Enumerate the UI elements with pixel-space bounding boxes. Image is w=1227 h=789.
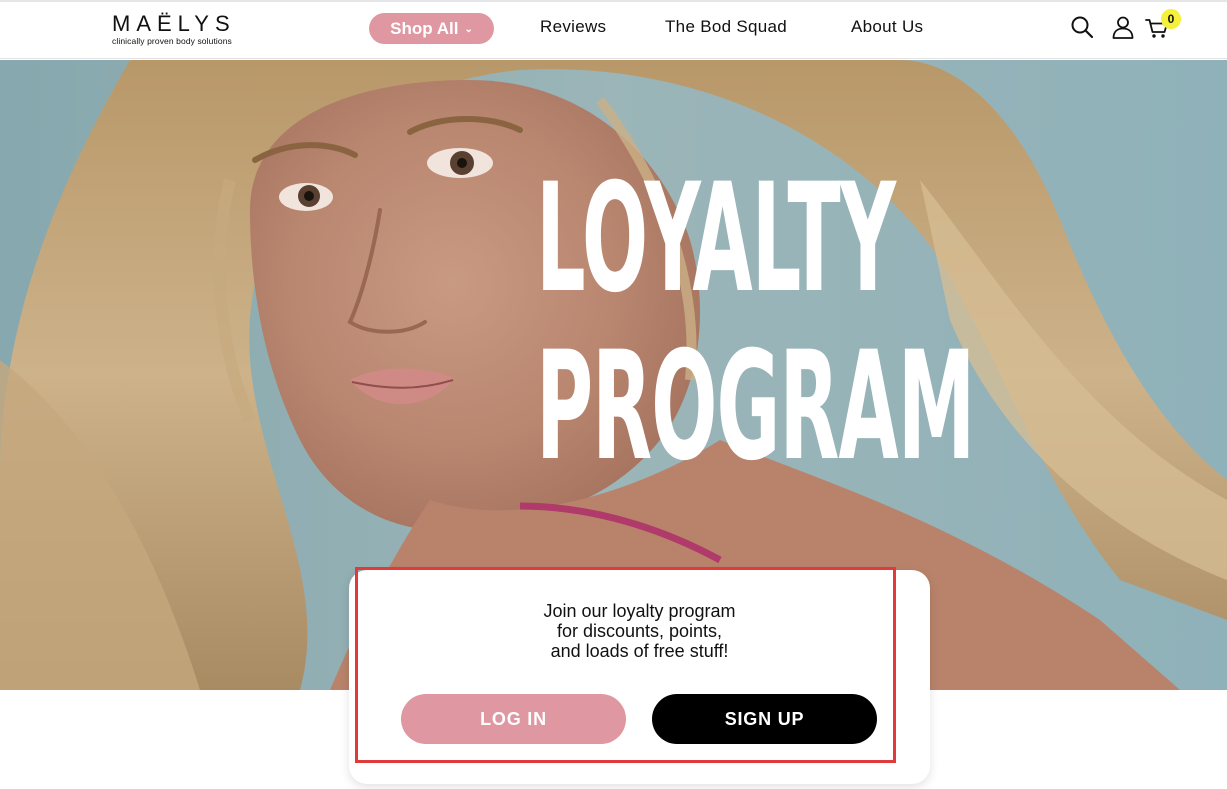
search-icon[interactable]	[1069, 14, 1095, 40]
chevron-down-icon: ⌄	[464, 23, 473, 35]
hero-title-line-1: LOYALTY	[536, 152, 896, 326]
brand-logo[interactable]: MAËLYS clinically proven body solutions	[112, 12, 252, 48]
hero-title: LOYALTY PROGRAM	[536, 152, 975, 491]
brand-tagline: clinically proven body solutions	[112, 36, 232, 46]
signup-button[interactable]: SIGN UP	[652, 694, 877, 744]
nav-about-link[interactable]: About Us	[851, 17, 923, 37]
hero-title-line-2: PROGRAM	[536, 323, 975, 491]
loyalty-message-line-2: for discounts, points,	[556, 621, 723, 641]
nav-bod-squad-link[interactable]: The Bod Squad	[665, 17, 787, 37]
nav-shop-all-label: Shop All	[390, 18, 459, 38]
user-icon[interactable]	[1110, 14, 1136, 40]
nav-shop-all-button[interactable]: Shop All ⌄	[369, 13, 494, 44]
login-button[interactable]: LOG IN	[401, 694, 626, 744]
cart-count-badge: 0	[1161, 9, 1181, 29]
loyalty-card-message: Join our loyalty program for discounts, …	[349, 601, 930, 661]
nav-reviews-link[interactable]: Reviews	[540, 17, 606, 37]
site-header: MAËLYS clinically proven body solutions …	[0, 2, 1227, 59]
brand-name: MAËLYS	[112, 11, 236, 36]
loyalty-message-line-3: and loads of free stuff!	[550, 641, 729, 661]
loyalty-message-line-1: Join our loyalty program	[543, 601, 736, 621]
